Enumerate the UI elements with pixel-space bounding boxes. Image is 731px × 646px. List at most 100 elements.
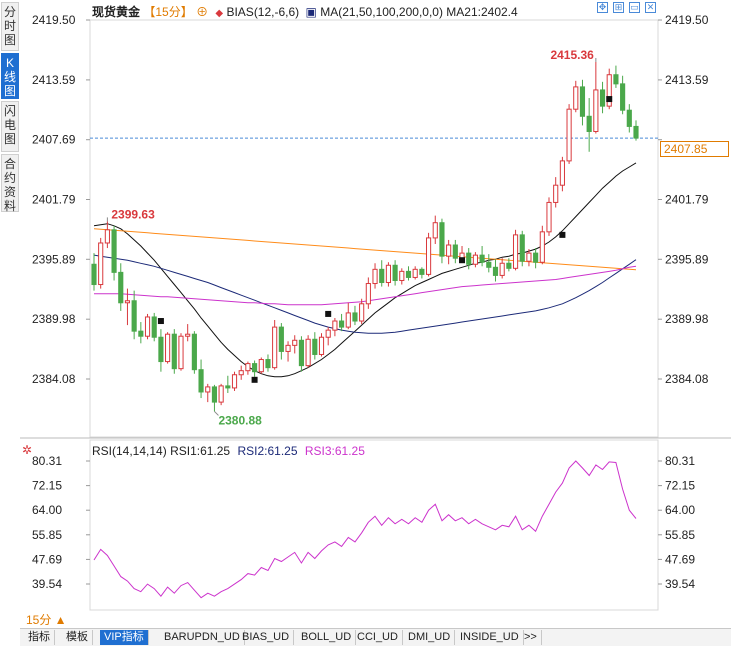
candle-up <box>325 329 331 338</box>
candle-up <box>399 270 405 281</box>
settings-icon[interactable]: ⊕ <box>196 5 208 19</box>
rsi-tick-label-left: 80.31 <box>32 454 62 468</box>
rsi-settings-icon[interactable]: ✲ <box>22 443 32 457</box>
candle-up <box>432 222 438 239</box>
candle-down <box>392 264 398 281</box>
candle-up <box>559 160 565 186</box>
candle-up <box>178 335 184 370</box>
candle-up <box>372 268 378 285</box>
candle-down <box>506 262 512 269</box>
rsi1-value: RSI1:61.25 <box>170 444 231 458</box>
signal-marker <box>157 318 164 325</box>
bottom-tab-7[interactable]: DMI_UD <box>404 630 456 645</box>
bottom-toolbar: 指标 模板 VIP指标 BARUPDN_UD BIAS_UD BOLL_UD CCI_UD D… <box>20 628 731 646</box>
candle-up <box>205 386 211 393</box>
candle-up <box>332 320 338 331</box>
close-icon[interactable]: ✕ <box>645 2 656 13</box>
main-panel-frame <box>89 19 659 438</box>
candle-down <box>265 359 271 369</box>
rsi-tick-label-left: 72.15 <box>32 479 62 493</box>
candle-up <box>539 231 545 263</box>
bottom-tab-1[interactable]: 模板 <box>62 630 93 645</box>
signal-marker <box>606 96 613 103</box>
candle-down <box>191 333 197 371</box>
y-tick-label-right: 2419.50 <box>665 13 709 27</box>
annotation-label: 2380.88 <box>218 413 262 427</box>
candle-down <box>158 336 164 363</box>
candle-down <box>519 234 525 262</box>
candle-up <box>566 108 572 162</box>
candle-up <box>124 300 131 304</box>
y-tick-label-left: 2395.89 <box>32 252 76 266</box>
ma-label[interactable]: MA(21,50,100,200,0,0) <box>320 5 443 19</box>
candle-up <box>553 184 559 203</box>
annotation-label: 2399.63 <box>111 207 155 221</box>
restore-icon[interactable]: ▭ <box>629 2 640 13</box>
candle-down <box>613 74 619 85</box>
candle-up <box>593 89 599 132</box>
bottom-tab-2[interactable]: VIP指标 <box>100 630 149 645</box>
bottom-tab-8[interactable]: INSIDE_UD <box>456 630 524 645</box>
signal-marker <box>459 257 466 264</box>
candle-down <box>211 386 218 403</box>
bottom-tab-5[interactable]: BOLL_UD <box>297 630 357 645</box>
candle-down <box>278 326 284 352</box>
y-tick-label-right: 2384.08 <box>665 372 709 386</box>
candle-down <box>379 268 385 284</box>
candle-down <box>533 252 539 263</box>
candle-down <box>352 312 358 322</box>
rsi2-value: RSI2:61.25 <box>237 444 298 458</box>
bottom-tab-3[interactable]: BARUPDN_UD <box>160 630 245 645</box>
y-tick-label-left: 2419.50 <box>32 13 76 27</box>
candle-up <box>98 242 104 286</box>
rsi-tick-label-right: 80.31 <box>665 454 695 468</box>
candle-up <box>446 244 452 257</box>
candle-up <box>292 339 298 346</box>
period-label[interactable]: 【15分】 <box>143 5 192 19</box>
rsi-tick-label-right: 47.69 <box>665 552 695 566</box>
bottom-tab-9[interactable]: >> <box>520 630 542 645</box>
candle-down <box>111 229 117 273</box>
candle-down <box>633 125 639 139</box>
signal-marker <box>559 231 566 238</box>
candle-up <box>272 326 278 369</box>
current-price-value: 2407.85 <box>664 142 708 156</box>
candle-down <box>466 252 472 265</box>
candle-down <box>151 316 157 338</box>
move-icon[interactable]: ✥ <box>597 2 608 13</box>
candle-up <box>359 303 365 322</box>
fit-icon[interactable]: ⊞ <box>613 2 624 13</box>
candle-up <box>144 316 151 337</box>
candle-up <box>185 333 191 337</box>
candle-down <box>131 300 137 332</box>
y-tick-label-right: 2389.98 <box>665 312 709 326</box>
bottom-tab-4[interactable]: BIAS_UD <box>238 630 295 645</box>
candle-up <box>546 201 552 233</box>
rsi-tick-label-right: 72.15 <box>665 479 695 493</box>
candle-down <box>225 385 231 389</box>
bottom-tab-6[interactable]: CCI_UD <box>353 630 403 645</box>
bias-label[interactable]: BIAS(12,-6,6) <box>226 5 299 19</box>
candle-up <box>104 229 110 244</box>
bottom-tab-0[interactable]: 指标 <box>24 630 55 645</box>
rsi-tick-label-left: 55.85 <box>32 528 62 542</box>
symbol-label: 现货黄金 <box>92 5 141 19</box>
y-tick-label-left: 2389.98 <box>32 312 76 326</box>
y-tick-label-left: 2413.59 <box>32 73 76 87</box>
rsi-tick-label-left: 39.54 <box>32 577 62 591</box>
candle-up <box>526 252 532 262</box>
period-selector[interactable]: 15分 ▲ <box>26 611 67 628</box>
candle-up <box>318 336 325 355</box>
y-tick-label-right: 2401.79 <box>665 193 709 207</box>
signal-marker <box>325 310 332 317</box>
chart: 2419.50 2419.50 2413.59 2413.59 2407.69 2401.… <box>20 13 731 611</box>
rsi-label[interactable]: RSI(14,14,14) <box>92 444 167 458</box>
candle-up <box>365 283 371 305</box>
candle-up <box>472 254 478 265</box>
candle-down <box>599 89 606 107</box>
candle-up <box>258 359 264 373</box>
y-tick-label-left: 2384.08 <box>32 372 76 386</box>
candle-down <box>405 270 412 278</box>
candle-down <box>198 369 204 393</box>
candle-up <box>512 234 519 269</box>
